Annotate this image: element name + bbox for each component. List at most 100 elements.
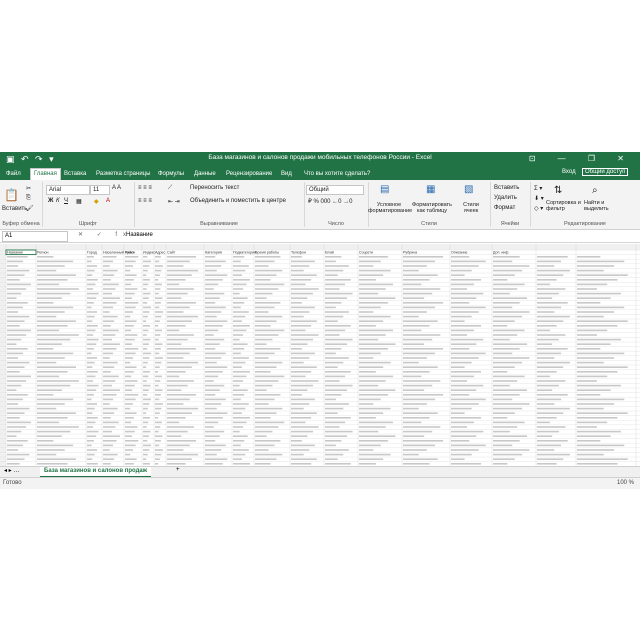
data-cell[interactable] [577,380,597,382]
data-cell[interactable] [233,283,247,286]
data-cell[interactable] [493,371,508,373]
data-cell[interactable] [7,375,32,378]
data-cell[interactable] [255,325,271,327]
data-cell[interactable] [359,398,381,401]
clear-icon[interactable]: ◇ ▾ [534,205,543,212]
data-cell[interactable] [167,375,180,378]
tab-data[interactable]: Данные [194,169,216,180]
data-cell[interactable] [205,283,219,286]
data-cell[interactable] [205,260,226,263]
data-cell[interactable] [291,403,310,405]
data-cell[interactable] [359,297,396,299]
data-cell[interactable] [291,297,308,299]
underline-button[interactable]: Ч [64,198,68,204]
data-cell[interactable] [577,325,618,327]
data-cell[interactable] [7,334,27,336]
data-cell[interactable] [325,375,346,378]
data-cell[interactable] [577,384,621,387]
data-cell[interactable] [205,348,216,350]
data-cell[interactable] [7,292,22,295]
data-cell[interactable] [255,311,269,313]
data-cell[interactable] [291,371,312,373]
data-cell[interactable] [537,315,570,318]
data-cell[interactable] [493,444,513,447]
data-cell[interactable] [7,352,23,355]
data-cell[interactable] [233,366,242,368]
data-cell[interactable] [7,279,20,281]
data-cell[interactable] [7,338,22,341]
signin-link[interactable]: Вход [562,169,576,175]
cells-canvas[interactable]: Название Регион Город Населенный пунктРайон… [0,244,640,466]
data-cell[interactable] [359,384,379,387]
data-cell[interactable] [451,398,486,401]
data-cell[interactable] [143,352,152,355]
data-cell[interactable] [167,357,184,359]
data-cell[interactable] [167,325,186,327]
data-cell[interactable] [125,444,136,447]
data-cell[interactable] [325,380,340,382]
data-cell[interactable] [233,458,242,460]
data-cell[interactable] [403,283,422,286]
data-cell[interactable] [451,315,472,318]
data-cell[interactable] [451,458,465,460]
data-cell[interactable] [255,463,271,465]
data-cell[interactable] [37,366,77,368]
data-cell[interactable] [537,269,570,272]
data-cell[interactable] [359,325,376,327]
data-cell[interactable] [103,417,111,419]
data-cell[interactable] [403,357,427,359]
data-cell[interactable] [451,334,467,336]
data-cell[interactable] [325,348,342,350]
header-cell[interactable]: Название [7,251,23,255]
data-cell[interactable] [291,265,310,267]
data-cell[interactable] [359,421,394,424]
data-cell[interactable] [493,426,518,428]
data-cell[interactable] [143,463,150,465]
data-cell[interactable] [155,274,160,276]
header-cell[interactable]: Подкатегория [233,251,256,255]
data-cell[interactable] [155,334,161,336]
data-cell[interactable] [155,449,164,451]
data-cell[interactable] [155,311,164,313]
data-cell[interactable] [103,269,118,272]
data-cell[interactable] [103,371,111,373]
data-cell[interactable] [143,453,148,456]
data-cell[interactable] [255,375,285,378]
data-cell[interactable] [155,302,161,304]
data-cell[interactable] [103,412,115,414]
data-cell[interactable] [155,417,159,419]
data-cell[interactable] [291,375,306,378]
data-cell[interactable] [233,426,244,428]
data-cell[interactable] [103,334,116,336]
data-cell[interactable] [577,463,618,465]
data-cell[interactable] [37,380,79,382]
data-cell[interactable] [325,320,338,322]
data-cell[interactable] [291,348,302,350]
header-cell[interactable]: Телефон [291,251,306,255]
data-cell[interactable] [7,302,28,304]
data-cell[interactable] [403,389,425,391]
data-cell[interactable] [325,384,353,387]
data-cell[interactable] [403,325,430,327]
data-cell[interactable] [577,279,618,281]
data-cell[interactable] [577,297,611,299]
data-cell[interactable] [359,366,384,368]
data-cell[interactable] [537,375,550,378]
tell-me-search[interactable]: Что вы хотите сделать? [304,169,370,180]
data-cell[interactable] [7,329,32,332]
data-cell[interactable] [167,306,190,309]
data-cell[interactable] [291,380,319,382]
data-cell[interactable] [233,279,250,281]
data-cell[interactable] [205,292,225,295]
data-cell[interactable] [7,394,28,396]
data-cell[interactable] [143,320,147,322]
data-cell[interactable] [143,292,151,295]
data-cell[interactable] [359,361,391,364]
name-box[interactable]: A1 [2,231,68,242]
data-cell[interactable] [167,269,199,272]
data-cell[interactable] [155,260,160,263]
data-cell[interactable] [125,297,133,299]
data-cell[interactable] [155,394,161,396]
data-cell[interactable] [451,417,482,419]
data-cell[interactable] [359,417,376,419]
